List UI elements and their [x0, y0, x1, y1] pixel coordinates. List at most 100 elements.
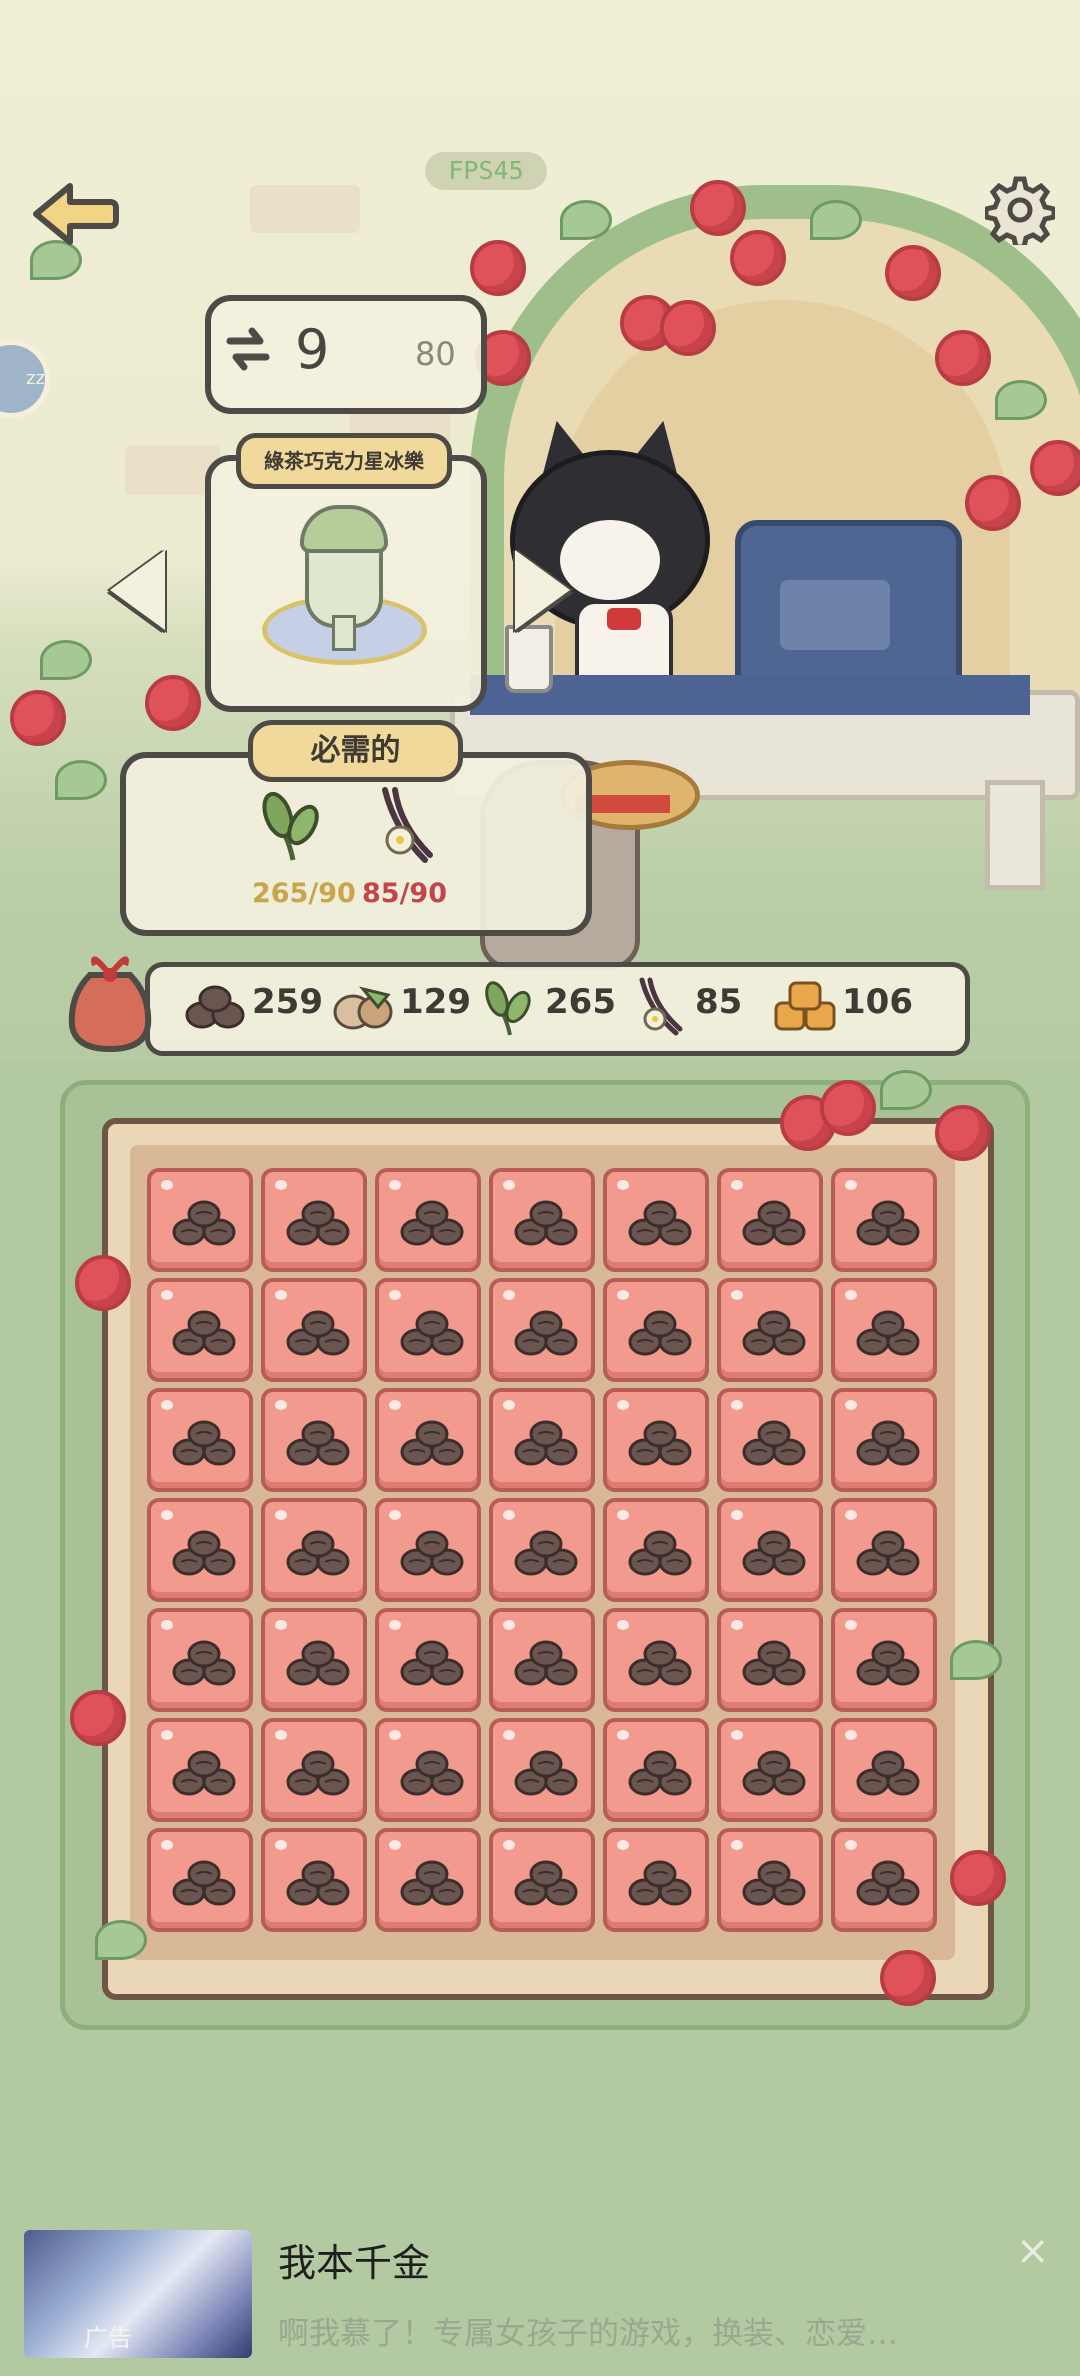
- rose: [1030, 440, 1080, 496]
- grid-tile[interactable]: [489, 1828, 595, 1932]
- grid-tile[interactable]: [261, 1498, 367, 1602]
- coffee-bean-icon: [514, 1200, 578, 1246]
- required-count-vanilla: 85/90: [362, 878, 448, 909]
- coffee-bean-icon: [172, 1640, 236, 1686]
- grid-tile[interactable]: [603, 1498, 709, 1602]
- ad-thumbnail[interactable]: [24, 2230, 252, 2358]
- grid-tile[interactable]: [831, 1608, 937, 1712]
- grid-tile[interactable]: [261, 1278, 367, 1382]
- coffee-bean-icon: [514, 1640, 578, 1686]
- recipe-name: 綠茶巧克力星冰樂: [236, 433, 452, 489]
- grid-tile[interactable]: [831, 1278, 937, 1382]
- grid-tile[interactable]: [717, 1388, 823, 1492]
- previous-recipe-button[interactable]: [110, 550, 165, 630]
- espresso-machine-panel: [780, 580, 890, 650]
- ad-title[interactable]: 我本千金: [278, 2232, 430, 2287]
- grid-tile[interactable]: [717, 1608, 823, 1712]
- coffee-bean-icon: [172, 1530, 236, 1576]
- grid-tile[interactable]: [603, 1608, 709, 1712]
- grid-tile[interactable]: [603, 1388, 709, 1492]
- grid-tile[interactable]: [147, 1278, 253, 1382]
- grid-tile[interactable]: [147, 1388, 253, 1492]
- grid-tile[interactable]: [147, 1168, 253, 1272]
- grid-tile[interactable]: [147, 1718, 253, 1822]
- grid-tile[interactable]: [717, 1498, 823, 1602]
- grid-tile[interactable]: [375, 1718, 481, 1822]
- grid-tile[interactable]: [603, 1168, 709, 1272]
- required-count-green-tea: 265/90: [252, 878, 356, 909]
- coffee-bean-icon: [400, 1420, 464, 1466]
- grid-tile[interactable]: [375, 1388, 481, 1492]
- grid-tile[interactable]: [489, 1498, 595, 1602]
- coffee-bean-icon: [856, 1860, 920, 1906]
- grid-tile[interactable]: [489, 1388, 595, 1492]
- next-recipe-button[interactable]: [515, 550, 570, 630]
- leaf: [880, 1070, 932, 1110]
- grid-tile[interactable]: [489, 1168, 595, 1272]
- grid-tile[interactable]: [603, 1828, 709, 1932]
- counter-edge: [470, 675, 1030, 715]
- coffee-bean-icon: [514, 1530, 578, 1576]
- grid-tile[interactable]: [489, 1718, 595, 1822]
- wall-brick: [250, 185, 360, 233]
- order-max: 80: [415, 335, 456, 373]
- grid-tile[interactable]: [375, 1608, 481, 1712]
- grid-tile[interactable]: [261, 1608, 367, 1712]
- coffee-bean-icon: [856, 1750, 920, 1796]
- grid-tile[interactable]: [831, 1828, 937, 1932]
- ad-description[interactable]: 啊我慕了！专属女孩子的游戏，换装、恋爱…: [278, 2308, 898, 2353]
- coffee-bean-icon: [856, 1420, 920, 1466]
- grid-tile[interactable]: [603, 1278, 709, 1382]
- grid-tile[interactable]: [375, 1498, 481, 1602]
- rose: [75, 1255, 131, 1311]
- coffee-bean-icon: [742, 1200, 806, 1246]
- coffee-bean-icon: [514, 1310, 578, 1356]
- grid-tile[interactable]: [375, 1828, 481, 1932]
- grid-tile[interactable]: [831, 1498, 937, 1602]
- grid-tile[interactable]: [603, 1718, 709, 1822]
- coffee-bean-icon: [628, 1420, 692, 1466]
- back-button[interactable]: [30, 180, 120, 250]
- grid-tile[interactable]: [831, 1718, 937, 1822]
- grid-tile[interactable]: [489, 1278, 595, 1382]
- grid-tile[interactable]: [375, 1168, 481, 1272]
- grid-tile[interactable]: [375, 1278, 481, 1382]
- coffee-bean-icon: [514, 1750, 578, 1796]
- ad-label: 广告: [84, 2324, 132, 2352]
- grid-tile[interactable]: [261, 1388, 367, 1492]
- coffee-bean-icon: [180, 977, 250, 1037]
- leaf: [55, 760, 107, 800]
- grid-tile[interactable]: [717, 1278, 823, 1382]
- grid-tile[interactable]: [717, 1828, 823, 1932]
- glass-stem: [332, 615, 356, 651]
- leaf: [40, 640, 92, 680]
- bread-icon: [772, 977, 840, 1037]
- ingredient-bag-icon[interactable]: [60, 945, 160, 1055]
- grid-tile[interactable]: [717, 1718, 823, 1822]
- settings-button[interactable]: [983, 175, 1057, 250]
- coffee-bean-icon: [628, 1530, 692, 1576]
- rose: [965, 475, 1021, 531]
- inventory-count-hazelnut: 129: [400, 982, 471, 1022]
- ad-close-button[interactable]: ×: [1016, 2228, 1050, 2274]
- grid-tile[interactable]: [261, 1168, 367, 1272]
- grid-tile[interactable]: [831, 1168, 937, 1272]
- grid-tile[interactable]: [147, 1828, 253, 1932]
- grid-tile[interactable]: [261, 1828, 367, 1932]
- side-bubble-label: zz: [26, 368, 45, 389]
- coffee-bean-icon: [628, 1200, 692, 1246]
- grid-tile[interactable]: [717, 1168, 823, 1272]
- green-tea-leaf-icon: [258, 785, 328, 865]
- grid-tile[interactable]: [831, 1388, 937, 1492]
- coffee-bean-icon: [286, 1530, 350, 1576]
- grid-tile[interactable]: [147, 1608, 253, 1712]
- leaf: [95, 1920, 147, 1960]
- item-grid: [147, 1168, 947, 1938]
- grid-tile[interactable]: [489, 1608, 595, 1712]
- grid-tile[interactable]: [147, 1498, 253, 1602]
- coffee-bean-icon: [172, 1860, 236, 1906]
- coffee-bean-icon: [172, 1310, 236, 1356]
- inventory-count-bread: 106: [842, 982, 913, 1022]
- grid-tile[interactable]: [261, 1718, 367, 1822]
- inventory-count-green-tea: 265: [545, 982, 616, 1022]
